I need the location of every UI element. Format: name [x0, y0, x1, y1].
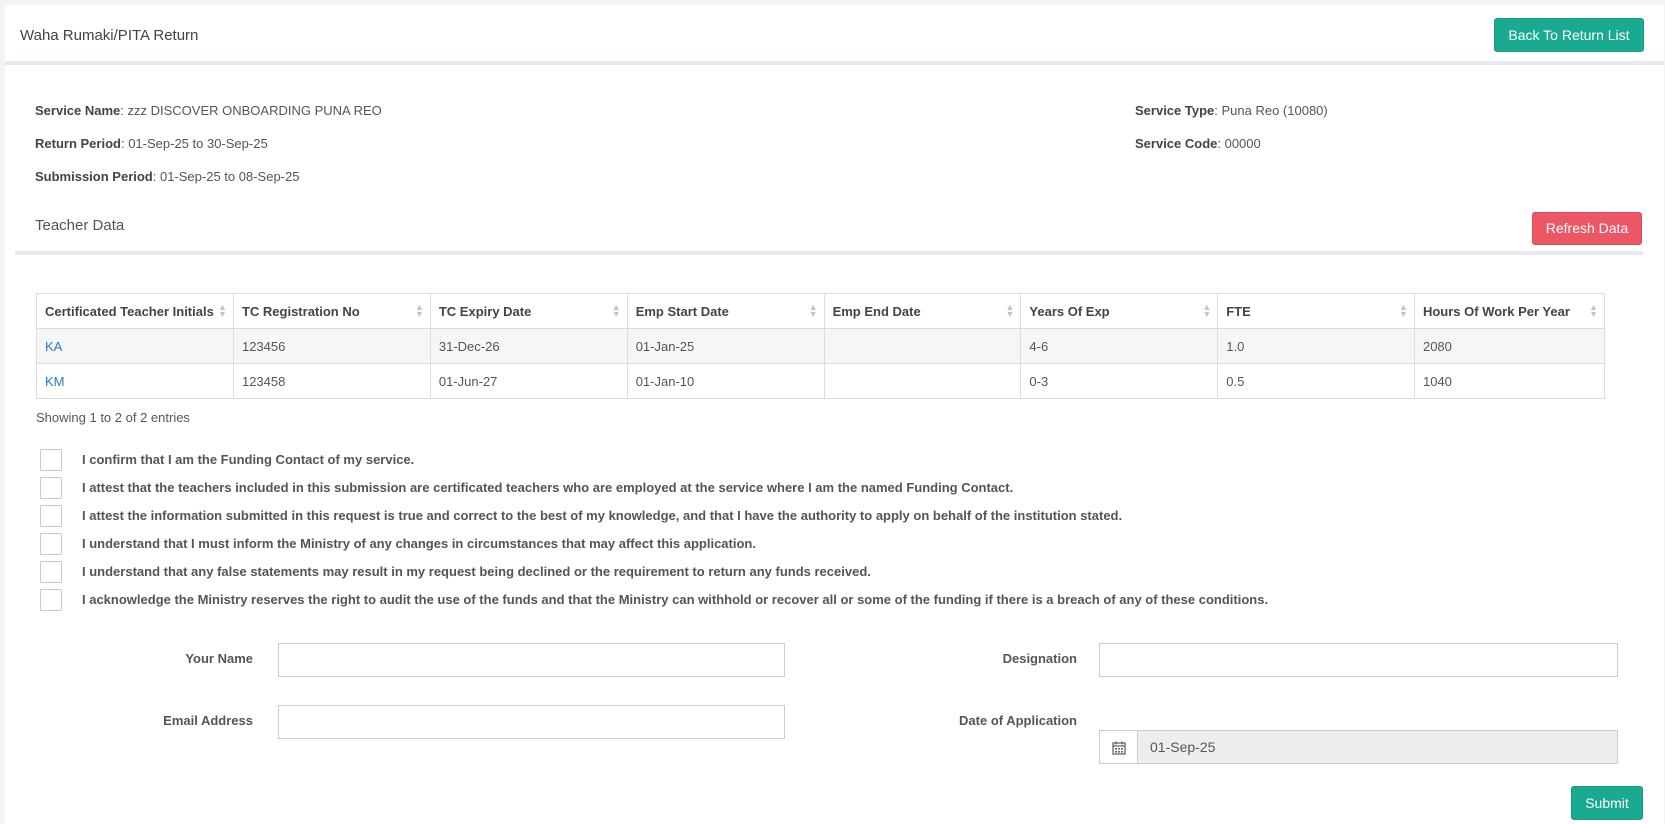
refresh-data-button[interactable]: Refresh Data	[1532, 212, 1642, 245]
column-header-label: Hours Of Work Per Year	[1422, 303, 1570, 319]
table-cell: 01-Jan-10	[626, 363, 825, 399]
date-of-application-field	[1099, 730, 1618, 764]
date-of-application-label: Date of Application	[959, 713, 1077, 728]
declaration-label: I attest the information submitted in th…	[82, 508, 1123, 523]
column-header[interactable]: TC Registration No ▲ ▼	[232, 293, 431, 329]
sort-icon: ▲ ▼	[218, 302, 227, 319]
service-name-label: Service Name	[35, 103, 121, 118]
table-row: KA 123456 31-Dec-26 01-Jan-25 4-6 1.0 20…	[36, 328, 1606, 364]
return-period-label: Return Period	[35, 136, 121, 151]
column-header-label: Emp End Date	[832, 303, 921, 319]
back-to-return-list-button[interactable]: Back To Return List	[1494, 18, 1644, 52]
teacher-table: Certificated Teacher Initials ▲ ▼ TC Regis…	[36, 293, 1606, 399]
service-code-value: : 00000	[1217, 136, 1261, 151]
table-cell: 123458	[232, 363, 431, 399]
table-cell: 01-Jan-25	[626, 328, 825, 364]
service-code: Service Code: 00000	[1135, 136, 1261, 151]
calendar-icon[interactable]	[1099, 730, 1137, 764]
table-row: KM 123458 01-Jun-27 01-Jan-10 0-3 0.5 10…	[36, 363, 1606, 399]
teacher-initials-link[interactable]: KM	[45, 374, 65, 389]
column-header-label: Certificated Teacher Initials	[45, 303, 214, 319]
column-header-label: TC Expiry Date	[438, 303, 532, 319]
table-cell[interactable]: KA	[36, 328, 234, 364]
table-info: Showing 1 to 2 of 2 entries	[36, 410, 190, 425]
column-header[interactable]: FTE ▲ ▼	[1217, 293, 1415, 329]
service-type: Service Type: Puna Reo (10080)	[1135, 103, 1328, 118]
sort-icon: ▲ ▼	[1005, 302, 1015, 319]
submission-period: Submission Period: 01-Sep-25 to 08-Sep-2…	[35, 169, 299, 184]
table-cell[interactable]: KM	[36, 363, 234, 399]
column-header[interactable]: Years Of Exp ▲ ▼	[1020, 293, 1219, 329]
table-cell: 4-6	[1020, 328, 1219, 364]
sort-icon: ▲ ▼	[1589, 302, 1598, 319]
column-header[interactable]: TC Expiry Date ▲ ▼	[429, 293, 628, 329]
declaration-label: I acknowledge the Ministry reserves the …	[82, 592, 1269, 607]
table-cell: 0-3	[1020, 363, 1219, 399]
table-cell: 01-Jun-27	[429, 363, 628, 399]
email-address-input[interactable]	[278, 705, 785, 739]
submission-period-label: Submission Period	[35, 169, 153, 184]
column-header-label: Emp Start Date	[635, 303, 729, 319]
sort-icon: ▲ ▼	[414, 302, 424, 319]
column-header-label: Years Of Exp	[1029, 303, 1110, 319]
declaration-label: I confirm that I am the Funding Contact …	[82, 452, 415, 467]
service-code-label: Service Code	[1135, 136, 1218, 151]
return-period: Return Period: 01-Sep-25 to 30-Sep-25	[35, 136, 268, 151]
page-title: Waha Rumaki/PITA Return	[20, 27, 199, 44]
table-cell	[823, 363, 1022, 399]
designation-input[interactable]	[1099, 643, 1618, 677]
column-header[interactable]: Hours Of Work Per Year ▲ ▼	[1413, 293, 1606, 329]
table-cell: 1040	[1413, 363, 1606, 399]
declaration-checkbox[interactable]	[40, 533, 62, 555]
table-cell: 0.5	[1217, 363, 1415, 399]
submit-button[interactable]: Submit	[1571, 786, 1643, 820]
declaration-checkbox[interactable]	[40, 505, 62, 527]
column-header-label: TC Registration No	[241, 303, 360, 319]
column-header[interactable]: Emp End Date ▲ ▼	[823, 293, 1022, 329]
column-header[interactable]: Emp Start Date ▲ ▼	[626, 293, 825, 329]
your-name-input[interactable]	[278, 643, 785, 677]
designation-label: Designation	[1002, 651, 1077, 666]
declaration-label: I understand that any false statements m…	[82, 564, 871, 579]
teacher-data-heading: Teacher Data	[35, 217, 125, 234]
table-header-row: Certificated Teacher Initials ▲ ▼ TC Regis…	[36, 293, 1606, 329]
service-name: Service Name: zzz DISCOVER ONBOARDING PU…	[35, 103, 382, 118]
service-type-value: : Puna Reo (10080)	[1214, 103, 1328, 118]
date-of-application-input[interactable]	[1137, 730, 1618, 764]
declaration-checkbox[interactable]	[40, 561, 62, 583]
declaration-checkbox[interactable]	[40, 449, 62, 471]
sort-icon: ▲ ▼	[1202, 302, 1212, 319]
table-cell	[823, 328, 1022, 364]
sort-icon: ▲ ▼	[1399, 302, 1408, 319]
table-cell: 2080	[1413, 328, 1606, 364]
declaration-label: I understand that I must inform the Mini…	[82, 536, 756, 551]
column-header[interactable]: Certificated Teacher Initials ▲ ▼	[36, 293, 234, 329]
section-divider	[15, 251, 1643, 255]
declaration-label: I attest that the teachers included in t…	[82, 480, 1014, 495]
email-address-label: Email Address	[163, 713, 253, 728]
declaration-checkbox[interactable]	[40, 589, 62, 611]
table-cell: 1.0	[1217, 328, 1415, 364]
sort-icon: ▲ ▼	[611, 302, 621, 319]
table-cell: 31-Dec-26	[429, 328, 628, 364]
sort-icon: ▲ ▼	[808, 302, 818, 319]
service-type-label: Service Type	[1135, 103, 1215, 118]
return-panel: Waha Rumaki/PITA Return Back To Return L…	[5, 5, 1664, 824]
teacher-initials-link[interactable]: KA	[45, 339, 62, 354]
column-header-label: FTE	[1226, 303, 1251, 319]
declaration-checkbox[interactable]	[40, 477, 62, 499]
panel-header: Waha Rumaki/PITA Return Back To Return L…	[5, 5, 1664, 65]
return-period-value: : 01-Sep-25 to 30-Sep-25	[120, 136, 268, 151]
service-name-value: : zzz DISCOVER ONBOARDING PUNA REO	[120, 103, 382, 118]
submission-period-value: : 01-Sep-25 to 08-Sep-25	[152, 169, 300, 184]
your-name-label: Your Name	[185, 651, 253, 666]
table-cell: 123456	[232, 328, 431, 364]
